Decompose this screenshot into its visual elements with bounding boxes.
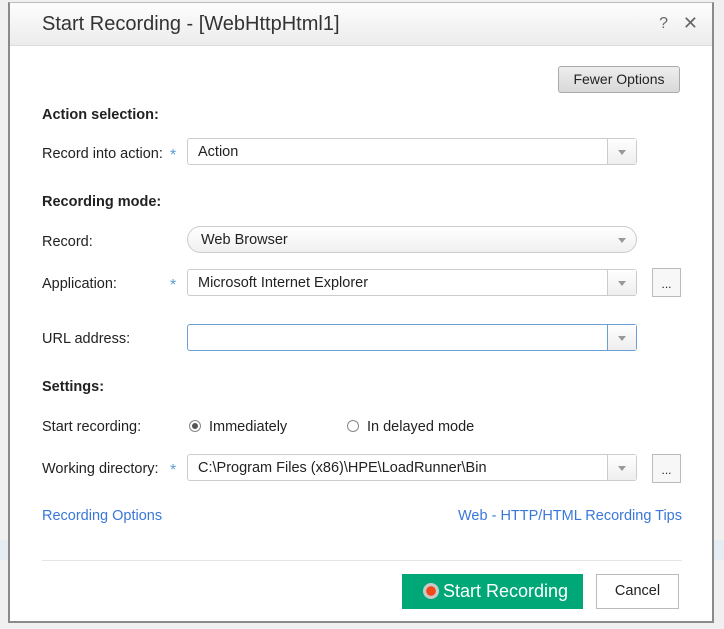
- help-icon[interactable]: ?: [659, 15, 668, 33]
- record-into-action-combo[interactable]: Action: [187, 138, 637, 165]
- chevron-down-icon[interactable]: [607, 325, 636, 350]
- url-address-combo[interactable]: [187, 324, 637, 351]
- cancel-button[interactable]: Cancel: [596, 574, 679, 609]
- required-icon: *: [170, 462, 177, 479]
- recording-tips-link[interactable]: Web - HTTP/HTML Recording Tips: [458, 508, 682, 524]
- start-recording-label: Start recording:: [42, 419, 142, 435]
- fewer-options-button[interactable]: Fewer Options: [558, 66, 680, 93]
- application-label: Application:: [42, 276, 117, 292]
- close-icon[interactable]: ✕: [683, 13, 698, 34]
- required-icon: *: [170, 277, 177, 294]
- start-recording-dialog: Start Recording - [WebHttpHtml1] ? ✕ Few…: [8, 2, 714, 623]
- recording-options-link[interactable]: Recording Options: [42, 508, 162, 524]
- record-select[interactable]: Web Browser: [187, 226, 637, 253]
- working-directory-combo[interactable]: C:\Program Files (x86)\HPE\LoadRunner\Bi…: [187, 454, 637, 481]
- record-label: Record:: [42, 234, 93, 250]
- chevron-down-icon[interactable]: [607, 455, 636, 480]
- delayed-mode-label[interactable]: In delayed mode: [367, 419, 474, 435]
- settings-heading: Settings:: [42, 379, 105, 395]
- title-bar: Start Recording - [WebHttpHtml1] ? ✕: [10, 3, 712, 46]
- record-into-action-label: Record into action:: [42, 146, 163, 162]
- required-icon: *: [170, 147, 177, 164]
- immediately-label[interactable]: Immediately: [209, 419, 287, 435]
- browse-application-button[interactable]: ...: [652, 268, 681, 297]
- chevron-down-icon[interactable]: [607, 270, 636, 295]
- url-address-label: URL address:: [42, 331, 131, 347]
- application-combo[interactable]: Microsoft Internet Explorer: [187, 269, 637, 296]
- start-recording-button[interactable]: Start Recording: [402, 574, 583, 609]
- action-selection-heading: Action selection:: [42, 107, 159, 123]
- working-directory-label: Working directory:: [42, 461, 159, 477]
- divider: [42, 560, 682, 561]
- dialog-title: Start Recording - [WebHttpHtml1]: [42, 13, 340, 35]
- radio-immediately[interactable]: [189, 420, 201, 432]
- recording-mode-heading: Recording mode:: [42, 194, 162, 210]
- radio-delayed-mode[interactable]: [347, 420, 359, 432]
- record-icon: [423, 583, 439, 599]
- browse-directory-button[interactable]: ...: [652, 454, 681, 483]
- chevron-down-icon: [608, 227, 636, 252]
- chevron-down-icon[interactable]: [607, 139, 636, 164]
